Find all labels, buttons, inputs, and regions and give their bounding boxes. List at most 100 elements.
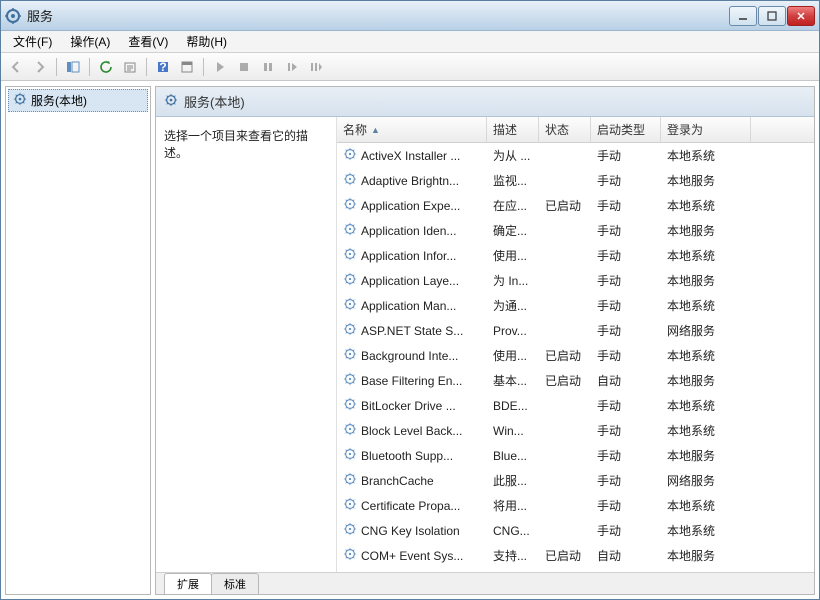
service-row[interactable]: Certificate Propa...将用...手动本地系统 [337,493,814,518]
view-tabs: 扩展 标准 [156,572,814,594]
service-logon: 本地服务 [661,270,751,291]
service-row[interactable]: Background Inte...使用...已启动手动本地系统 [337,343,814,368]
gear-icon [343,497,357,514]
service-desc: 使用... [487,245,539,266]
service-startup: 手动 [591,220,661,241]
forward-button[interactable] [29,56,51,78]
menu-action[interactable]: 操作(A) [62,31,118,52]
gear-icon [164,93,178,110]
back-button[interactable] [5,56,27,78]
help-button[interactable]: ? [152,56,174,78]
service-row[interactable]: Application Expe...在应...已启动手动本地系统 [337,193,814,218]
service-row[interactable]: Application Infor...使用...手动本地系统 [337,243,814,268]
service-desc: 确定... [487,220,539,241]
menu-file[interactable]: 文件(F) [5,31,60,52]
service-status: 已启动 [539,370,591,391]
service-name: Application Laye... [337,270,487,291]
tab-extended[interactable]: 扩展 [164,573,212,594]
col-desc[interactable]: 描述 [487,117,539,142]
service-status [539,154,591,158]
menu-view[interactable]: 查看(V) [120,31,176,52]
stop-service-button[interactable] [233,56,255,78]
service-status [539,504,591,508]
separator [203,58,204,76]
service-name: Application Expe... [337,195,487,216]
minimize-button[interactable] [729,6,757,26]
service-desc: 此服... [487,470,539,491]
separator [56,58,57,76]
description-pane: 选择一个项目来查看它的描述。 [156,117,336,572]
description-prompt: 选择一个项目来查看它的描述。 [164,129,308,160]
list-rows[interactable]: ActiveX Installer ...为从 ...手动本地系统Adaptiv… [337,143,814,572]
col-logon[interactable]: 登录为 [661,117,751,142]
service-startup: 手动 [591,170,661,191]
service-row[interactable]: COM+ Event Sys...支持...已启动自动本地服务 [337,543,814,568]
service-row[interactable]: Adaptive Brightn...监视...手动本地服务 [337,168,814,193]
service-logon: 本地系统 [661,495,751,516]
gear-icon [343,222,357,239]
service-row[interactable]: Application Iden...确定...手动本地服务 [337,218,814,243]
properties-button[interactable] [176,56,198,78]
service-desc: 监视... [487,170,539,191]
service-row[interactable]: ASP.NET State S...Prov...手动网络服务 [337,318,814,343]
service-startup: 手动 [591,245,661,266]
resume-service-button[interactable] [305,56,327,78]
gear-icon [343,272,357,289]
service-startup: 手动 [591,145,661,166]
col-name[interactable]: 名称▲ [337,117,487,142]
window-controls [729,6,815,26]
service-row[interactable]: Block Level Back...Win...手动本地系统 [337,418,814,443]
service-logon: 本地系统 [661,395,751,416]
service-desc: Win... [487,422,539,440]
menu-help[interactable]: 帮助(H) [178,31,235,52]
service-row[interactable]: Application Man...为通...手动本地系统 [337,293,814,318]
tree-node-services-local[interactable]: 服务(本地) [8,89,148,112]
service-status [539,229,591,233]
service-name: CNG Key Isolation [337,520,487,541]
service-name: Block Level Back... [337,420,487,441]
service-name: BranchCache [337,470,487,491]
service-row[interactable]: Application Laye...为 In...手动本地服务 [337,268,814,293]
maximize-button[interactable] [758,6,786,26]
pause-service-button[interactable] [257,56,279,78]
service-row[interactable]: CNG Key IsolationCNG...手动本地系统 [337,518,814,543]
service-row[interactable]: Base Filtering En...基本...已启动自动本地服务 [337,368,814,393]
tree-pane[interactable]: 服务(本地) [5,86,151,595]
service-name: BitLocker Drive ... [337,395,487,416]
service-row[interactable]: Bluetooth Supp...Blue...手动本地服务 [337,443,814,468]
service-name: Background Inte... [337,345,487,366]
service-startup: 手动 [591,295,661,316]
separator [89,58,90,76]
service-status: 已启动 [539,545,591,566]
tab-standard[interactable]: 标准 [211,573,259,594]
gear-icon [343,297,357,314]
list-pane: 名称▲ 描述 状态 启动类型 登录为 ActiveX Installer ...… [336,117,814,572]
service-row[interactable]: ActiveX Installer ...为从 ...手动本地系统 [337,143,814,168]
col-startup[interactable]: 启动类型 [591,117,661,142]
service-startup: 手动 [591,270,661,291]
service-name: Base Filtering En... [337,370,487,391]
titlebar[interactable]: 服务 [1,1,819,31]
service-desc: 将用... [487,495,539,516]
show-hide-tree-button[interactable] [62,56,84,78]
service-logon: 本地系统 [661,520,751,541]
refresh-button[interactable] [95,56,117,78]
gear-icon [343,172,357,189]
gear-icon [343,547,357,564]
service-name: Application Iden... [337,220,487,241]
service-startup: 自动 [591,545,661,566]
service-row[interactable]: BitLocker Drive ...BDE...手动本地系统 [337,393,814,418]
service-desc: 基本... [487,370,539,391]
gear-icon [343,247,357,264]
restart-service-button[interactable] [281,56,303,78]
service-desc: 为从 ... [487,145,539,166]
service-row[interactable]: BranchCache此服...手动网络服务 [337,468,814,493]
start-service-button[interactable] [209,56,231,78]
service-logon: 本地服务 [661,545,751,566]
service-desc: 为通... [487,295,539,316]
export-button[interactable] [119,56,141,78]
service-status: 已启动 [539,195,591,216]
col-status[interactable]: 状态 [539,117,591,142]
service-startup: 自动 [591,370,661,391]
close-button[interactable] [787,6,815,26]
